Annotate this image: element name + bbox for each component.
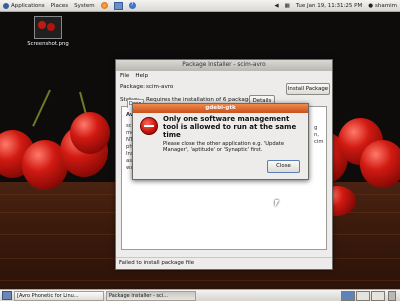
menubar: File Help [116,71,332,81]
gnome-foot-icon [3,2,9,9]
taskbar-item-avro[interactable]: [Avro Phonetic for Linu... [14,290,104,301]
cherry [360,140,400,188]
taskbar-item-package-installer[interactable]: Package installer - sci... [106,290,196,301]
firefox-launcher-icon[interactable] [98,2,111,9]
error-dialog: gdebi-gtk Only one software management t… [132,103,309,180]
menu-label: System [74,2,95,9]
mail-launcher-icon[interactable] [111,1,126,10]
package-label: Package: [120,84,146,90]
menu-applications[interactable]: Applications [0,2,48,9]
user-switcher[interactable]: ● shamim [365,3,400,9]
help-launcher-icon[interactable]: ? [126,2,139,9]
user-name: shamim [375,2,397,9]
menu-label: Applications [11,2,45,9]
trash-icon[interactable] [388,290,396,301]
mouse-pointer-icon [275,200,279,207]
close-button[interactable]: Close [267,160,300,173]
error-icon [140,117,158,135]
menu-file[interactable]: File [120,73,129,79]
desktop-icon-label: Screenshot.png [27,41,69,47]
show-desktop-icon[interactable] [2,291,12,300]
bottom-panel: [Avro Phonetic for Linu... Package insta… [0,289,400,301]
menu-places[interactable]: Places [48,3,72,9]
volume-icon[interactable]: ◀ [271,3,281,9]
menu-help[interactable]: Help [135,73,148,79]
desktop-icon-screenshot[interactable]: Screenshot.png [25,16,71,47]
package-value: scim-avro [146,84,174,90]
dialog-heading: Only one software management tool is all… [163,115,297,139]
occluded-text: g n, cim [314,125,324,145]
clock[interactable]: Tue Jan 19, 11:31:25 PM [293,3,365,9]
status-bar: Failed to install package file [116,257,332,269]
close-button-label: Close [276,163,291,169]
user-icon: ● [368,2,374,9]
menu-label: Places [50,2,69,9]
menu-system[interactable]: System [71,3,98,9]
dialog-message: Please close the other application e.g. … [163,141,285,153]
cherry [70,112,110,154]
image-thumbnail-icon [34,16,62,39]
workspace-1[interactable] [341,290,355,301]
workspace-3[interactable] [371,290,385,301]
dialog-title: gdebi-gtk [133,104,308,113]
top-panel: Applications Places System ? ◀ ▦ Tue Jan… [0,0,400,12]
workspace-2[interactable] [356,290,370,301]
window-title: Package Installer - scim-avro [116,60,332,71]
network-icon[interactable]: ▦ [282,3,293,9]
install-package-button[interactable]: Install Package [286,83,330,95]
